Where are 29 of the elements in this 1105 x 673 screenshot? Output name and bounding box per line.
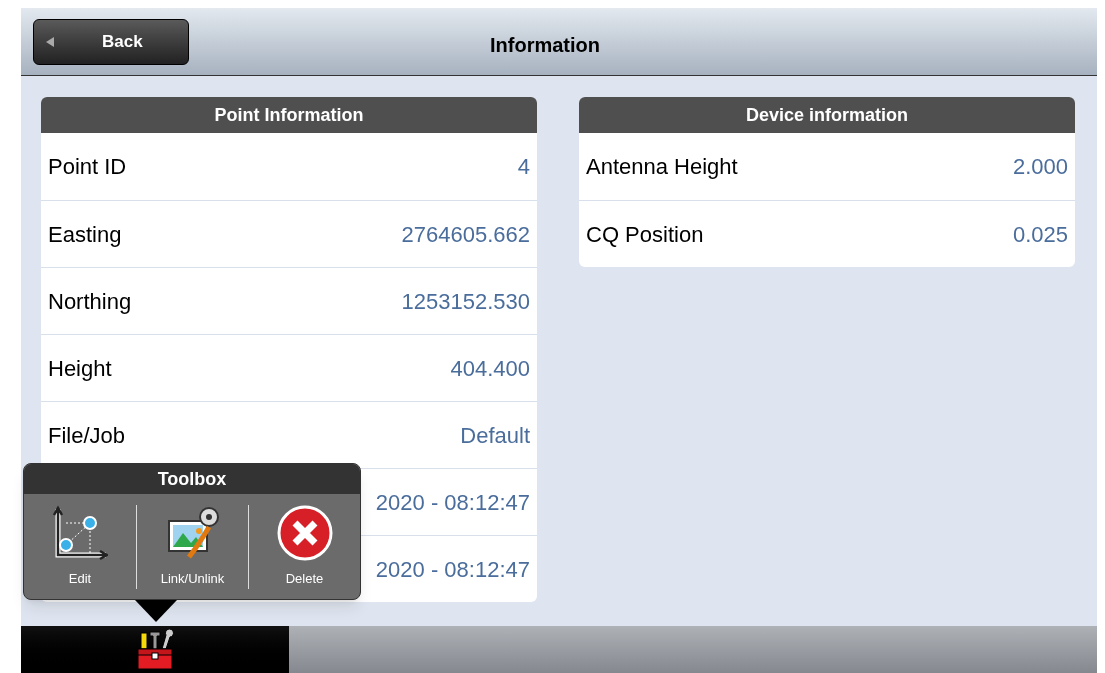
field-label: CQ Position	[586, 220, 704, 249]
field-value: Default	[460, 421, 530, 450]
field-label: Easting	[48, 220, 122, 249]
field-value: 4	[517, 153, 530, 181]
toolbox-button[interactable]: Link/Unlink	[136, 504, 248, 589]
field-value: 2764605.662	[401, 220, 530, 249]
toolbox-button[interactable]: Delete	[248, 504, 360, 589]
field-label: Height	[48, 354, 112, 383]
back-button[interactable]: Back	[33, 18, 189, 65]
popup-pointer	[135, 600, 177, 622]
field-value: 404.400	[450, 354, 530, 383]
left-triangle-icon	[46, 36, 54, 47]
toolbox-tab[interactable]	[21, 626, 289, 673]
card-header: Device information	[579, 97, 1075, 133]
field-value: 2020 - 08:12:47	[375, 488, 530, 517]
toolbox-button[interactable]: Edit	[24, 504, 136, 589]
field-value: 1253152.530	[401, 287, 530, 316]
field-value: 0.025	[1012, 220, 1068, 249]
x-circle-icon	[276, 504, 333, 561]
field-value: 2020 - 08:12:47	[375, 555, 530, 584]
field-value: 2.000	[1012, 153, 1068, 181]
axes-points-icon	[52, 504, 108, 561]
field-label: Point ID	[48, 153, 127, 181]
field-label: Northing	[48, 287, 132, 316]
toolbox-title: Toolbox	[24, 464, 360, 494]
window-title: Information	[490, 33, 600, 58]
field-label: Antenna Height	[586, 153, 738, 181]
field-label: File/Job	[48, 421, 126, 450]
card-header: Point Information	[41, 97, 537, 133]
